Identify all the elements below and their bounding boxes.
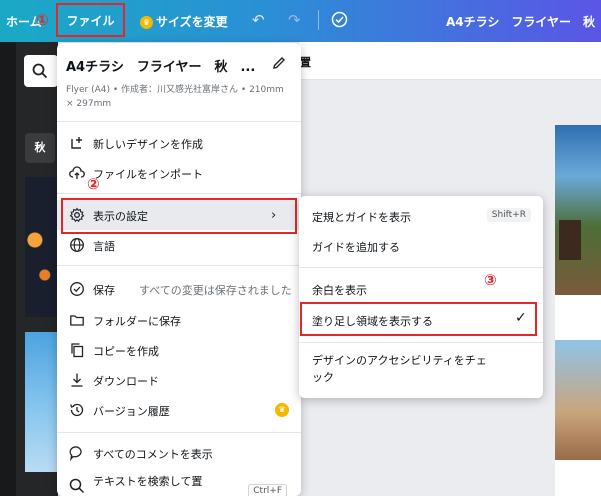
keyboard-shortcut: Ctrl+F [248,484,287,496]
menu-item-show-rulers[interactable]: 定規とガイドを表示 Shift+R [299,201,543,231]
template-search-box[interactable] [24,55,58,87]
menu-divider [57,432,301,433]
file-menu: A4チラシ フライヤー 秋 ... Flyer (A4) • 作成者：川又感光社… [57,43,301,496]
template-thumbnail[interactable] [25,332,58,472]
search-icon [32,63,48,79]
crown-icon: ♛ [140,16,153,29]
design-photo[interactable] [555,340,601,460]
menu-item-find-replace[interactable]: テキストを検索して置 Ctrl+F [57,471,301,496]
menu-item-label: すべてのコメントを表示 [93,448,213,461]
position-button[interactable]: 置 [300,54,311,70]
menu-item-language[interactable]: 言語 [57,230,301,260]
step-marker-1: ① [36,11,49,29]
menu-item-version-history[interactable]: バージョン履歴 ♛ [57,395,301,425]
cloud-sync-icon[interactable] [331,11,348,32]
menu-item-check-accessibility[interactable]: デザインのアクセシビリティをチェ ック [299,349,543,389]
template-thumbnail[interactable] [25,177,58,317]
menu-item-label: フォルダーに保存 [93,315,181,328]
context-toolbar [299,42,601,80]
menu-item-label: テキストを検索して置 [93,475,203,488]
menu-item-new-design[interactable]: 新しいデザインを作成 [57,128,301,158]
comment-icon [69,446,82,461]
pencil-icon[interactable] [271,55,287,71]
new-design-icon [71,137,82,149]
menu-item-label: デザインのアクセシビリティをチェ [312,354,487,367]
search-icon [69,478,85,494]
signboard-shape [559,220,581,260]
menu-item-label: 定規とガイドを表示 [312,211,411,224]
keyboard-shortcut: Shift+R [486,208,531,222]
menu-item-make-copy[interactable]: コピーを作成 [57,335,301,365]
crown-icon: ♛ [275,403,289,417]
resize-button[interactable]: ♛ サイズを変更 [140,13,228,30]
menu-item-label: 言語 [93,240,115,253]
document-title[interactable]: A4チラシ フライヤー 秋 イ [446,13,601,30]
design-title[interactable]: A4チラシ フライヤー 秋 ... [66,56,255,75]
menu-item-label: ファイルをインポート [93,168,203,181]
redo-icon[interactable]: ↷ [288,11,301,29]
highlight-box-bleed [300,302,537,336]
menu-item-label: ガイドを追加する [312,241,400,254]
menu-item-label: 余白を表示 [312,284,367,297]
menu-divider [299,267,543,268]
left-rail [0,42,16,496]
menu-divider [57,121,301,122]
menu-item-download[interactable]: ダウンロード [57,365,301,395]
undo-icon[interactable]: ↶ [252,11,265,29]
menu-item-view-comments[interactable]: すべてのコメントを表示 [57,438,301,468]
download-icon [71,373,83,387]
menu-item-save-to-folder[interactable]: フォルダーに保存 [57,305,301,335]
menu-item-label: コピーを作成 [93,345,159,358]
folder-icon [70,315,84,326]
menu-divider [299,342,543,343]
save-status: すべての変更は保存されました [139,284,292,297]
file-menu-button[interactable]: ファイル [56,3,125,37]
step-marker-2: ② [87,175,100,193]
cloud-upload-icon [69,166,85,179]
menu-item-label-continued: ック [312,371,334,384]
menu-item-show-margins[interactable]: 余白を表示 [299,274,543,304]
history-icon [70,403,84,417]
menu-divider [57,193,301,194]
copy-icon [71,343,84,358]
menu-item-add-guides[interactable]: ガイドを追加する [299,231,543,261]
menu-item-label: バージョン履歴 [93,405,170,418]
highlight-box-view-settings [61,198,297,234]
top-bar: ホーム ① ファイル ♛サイズを変更 ↶ ↷ A4チラシ フライヤー 秋 イ [0,0,601,42]
design-metadata: Flyer (A4) • 作成者：川又感光社富岸さん • 210mm × 297… [66,85,284,109]
view-settings-submenu: 定規とガイドを表示 Shift+R ガイドを追加する 余白を表示 塗り足し領域を… [299,196,543,398]
globe-icon [70,238,84,252]
toolbar-divider [318,10,319,30]
menu-item-label: 新しいデザインを作成 [93,138,203,151]
filter-chip[interactable]: 秋 [25,133,55,163]
menu-item-label: ダウンロード [93,375,159,388]
cloud-check-icon [70,282,84,296]
menu-item-label: 保存 [93,284,115,297]
menu-divider [57,265,301,266]
step-marker-3: ③ [484,271,497,289]
design-photo[interactable] [555,125,601,295]
menu-item-save[interactable]: 保存 すべての変更は保存されました [57,274,301,304]
